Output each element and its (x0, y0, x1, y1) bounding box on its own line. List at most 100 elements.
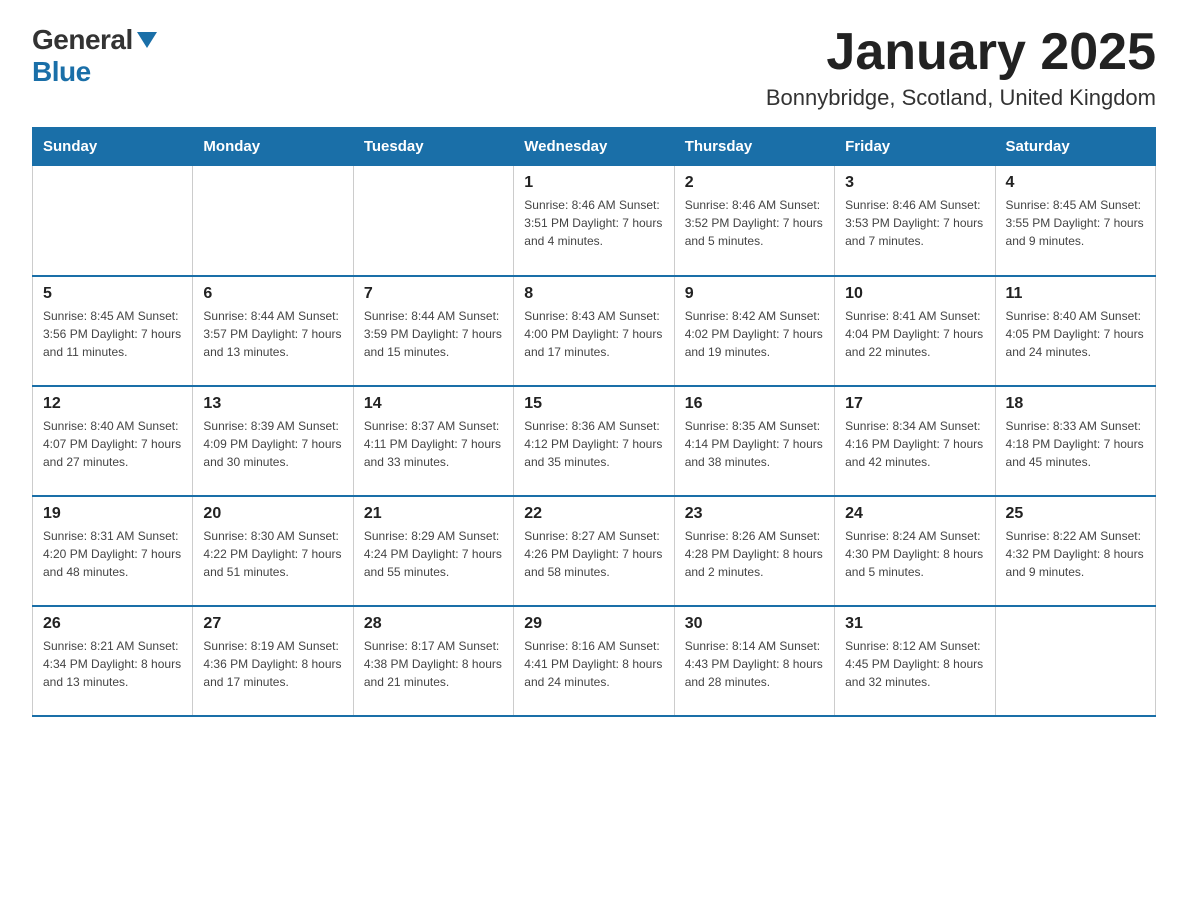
day-info: Sunrise: 8:24 AM Sunset: 4:30 PM Dayligh… (845, 527, 984, 581)
day-number: 12 (43, 395, 182, 413)
logo: General Blue (32, 24, 157, 88)
calendar-cell: 10Sunrise: 8:41 AM Sunset: 4:04 PM Dayli… (835, 276, 995, 386)
day-number: 25 (1006, 505, 1145, 523)
day-of-week-header: Wednesday (514, 128, 674, 166)
calendar-week-row: 12 Sunrise: 8:40 AM Sunset: 4:07 PM Dayli… (33, 386, 1156, 496)
day-info: Sunrise: 8:14 AM Sunset: 4:43 PM Dayligh… (685, 637, 824, 691)
day-info: Sunrise: 8:30 AM Sunset: 4:22 PM Dayligh… (203, 527, 342, 581)
day-number: 24 (845, 505, 984, 523)
day-info: Sunrise: 8:45 AM Sunset: 3:55 PM Dayligh… (1006, 196, 1145, 250)
calendar-cell: 26 Sunrise: 8:21 AM Sunset: 4:34 PM Dayli… (33, 606, 193, 716)
day-number: 11 (1006, 285, 1145, 303)
calendar-cell: 13 Sunrise: 8:39 AM Sunset: 4:09 PM Dayli… (193, 386, 353, 496)
day-of-week-header: Tuesday (353, 128, 513, 166)
day-of-week-header: Sunday (33, 128, 193, 166)
day-number: 27 (203, 615, 342, 633)
calendar-cell: 16 Sunrise: 8:35 AM Sunset: 4:14 PM Dayli… (674, 386, 834, 496)
calendar-body: 1 Sunrise: 8:46 AM Sunset: 3:51 PM Daylig… (33, 166, 1156, 716)
calendar-cell: 15Sunrise: 8:36 AM Sunset: 4:12 PM Dayli… (514, 386, 674, 496)
calendar-cell: 4Sunrise: 8:45 AM Sunset: 3:55 PM Daylig… (995, 166, 1155, 276)
day-info: Sunrise: 8:45 AM Sunset: 3:56 PM Dayligh… (43, 307, 182, 361)
calendar-cell: 19 Sunrise: 8:31 AM Sunset: 4:20 PM Dayli… (33, 496, 193, 606)
calendar-cell: 24 Sunrise: 8:24 AM Sunset: 4:30 PM Dayli… (835, 496, 995, 606)
day-number: 10 (845, 285, 984, 303)
calendar-cell: 17 Sunrise: 8:34 AM Sunset: 4:16 PM Dayli… (835, 386, 995, 496)
days-header-row: SundayMondayTuesdayWednesdayThursdayFrid… (33, 128, 1156, 166)
day-info: Sunrise: 8:21 AM Sunset: 4:34 PM Dayligh… (43, 637, 182, 691)
day-info: Sunrise: 8:16 AM Sunset: 4:41 PM Dayligh… (524, 637, 663, 691)
logo-blue: Blue (32, 56, 91, 87)
calendar-cell: 2 Sunrise: 8:46 AM Sunset: 3:52 PM Daylig… (674, 166, 834, 276)
day-of-week-header: Thursday (674, 128, 834, 166)
calendar-cell: 31Sunrise: 8:12 AM Sunset: 4:45 PM Dayli… (835, 606, 995, 716)
day-number: 21 (364, 505, 503, 523)
day-number: 5 (43, 285, 182, 303)
day-info: Sunrise: 8:22 AM Sunset: 4:32 PM Dayligh… (1006, 527, 1145, 581)
day-number: 28 (364, 615, 503, 633)
calendar-cell: 27 Sunrise: 8:19 AM Sunset: 4:36 PM Dayli… (193, 606, 353, 716)
day-number: 1 (524, 174, 663, 192)
day-number: 30 (685, 615, 824, 633)
calendar-cell: 1 Sunrise: 8:46 AM Sunset: 3:51 PM Daylig… (514, 166, 674, 276)
day-number: 23 (685, 505, 824, 523)
calendar-title: January 2025 (766, 24, 1156, 81)
day-number: 8 (524, 285, 663, 303)
calendar-week-row: 5 Sunrise: 8:45 AM Sunset: 3:56 PM Daylig… (33, 276, 1156, 386)
day-info: Sunrise: 8:19 AM Sunset: 4:36 PM Dayligh… (203, 637, 342, 691)
day-number: 6 (203, 285, 342, 303)
day-of-week-header: Monday (193, 128, 353, 166)
logo-general: General (32, 24, 133, 56)
day-info: Sunrise: 8:44 AM Sunset: 3:59 PM Dayligh… (364, 307, 503, 361)
calendar-week-row: 19 Sunrise: 8:31 AM Sunset: 4:20 PM Dayli… (33, 496, 1156, 606)
calendar-cell: 8 Sunrise: 8:43 AM Sunset: 4:00 PM Daylig… (514, 276, 674, 386)
day-info: Sunrise: 8:33 AM Sunset: 4:18 PM Dayligh… (1006, 417, 1145, 471)
calendar-cell: 14 Sunrise: 8:37 AM Sunset: 4:11 PM Dayli… (353, 386, 513, 496)
day-info: Sunrise: 8:35 AM Sunset: 4:14 PM Dayligh… (685, 417, 824, 471)
day-number: 2 (685, 174, 824, 192)
calendar-cell: 3Sunrise: 8:46 AM Sunset: 3:53 PM Daylig… (835, 166, 995, 276)
calendar-cell: 20Sunrise: 8:30 AM Sunset: 4:22 PM Dayli… (193, 496, 353, 606)
day-info: Sunrise: 8:37 AM Sunset: 4:11 PM Dayligh… (364, 417, 503, 471)
calendar-cell: 18Sunrise: 8:33 AM Sunset: 4:18 PM Dayli… (995, 386, 1155, 496)
day-info: Sunrise: 8:31 AM Sunset: 4:20 PM Dayligh… (43, 527, 182, 581)
day-number: 15 (524, 395, 663, 413)
day-number: 26 (43, 615, 182, 633)
day-info: Sunrise: 8:27 AM Sunset: 4:26 PM Dayligh… (524, 527, 663, 581)
day-number: 13 (203, 395, 342, 413)
calendar-table: SundayMondayTuesdayWednesdayThursdayFrid… (32, 127, 1156, 717)
day-number: 9 (685, 285, 824, 303)
calendar-cell: 11 Sunrise: 8:40 AM Sunset: 4:05 PM Dayli… (995, 276, 1155, 386)
calendar-cell: 22 Sunrise: 8:27 AM Sunset: 4:26 PM Dayli… (514, 496, 674, 606)
calendar-cell: 23Sunrise: 8:26 AM Sunset: 4:28 PM Dayli… (674, 496, 834, 606)
day-of-week-header: Friday (835, 128, 995, 166)
calendar-header: SundayMondayTuesdayWednesdayThursdayFrid… (33, 128, 1156, 166)
day-number: 17 (845, 395, 984, 413)
day-number: 7 (364, 285, 503, 303)
day-number: 14 (364, 395, 503, 413)
day-number: 22 (524, 505, 663, 523)
calendar-cell (193, 166, 353, 276)
calendar-cell: 29Sunrise: 8:16 AM Sunset: 4:41 PM Dayli… (514, 606, 674, 716)
day-number: 16 (685, 395, 824, 413)
calendar-cell: 25 Sunrise: 8:22 AM Sunset: 4:32 PM Dayli… (995, 496, 1155, 606)
day-info: Sunrise: 8:34 AM Sunset: 4:16 PM Dayligh… (845, 417, 984, 471)
calendar-week-row: 26 Sunrise: 8:21 AM Sunset: 4:34 PM Dayli… (33, 606, 1156, 716)
calendar-subtitle: Bonnybridge, Scotland, United Kingdom (766, 85, 1156, 111)
day-info: Sunrise: 8:46 AM Sunset: 3:52 PM Dayligh… (685, 196, 824, 250)
day-info: Sunrise: 8:39 AM Sunset: 4:09 PM Dayligh… (203, 417, 342, 471)
calendar-cell (33, 166, 193, 276)
day-info: Sunrise: 8:40 AM Sunset: 4:05 PM Dayligh… (1006, 307, 1145, 361)
day-info: Sunrise: 8:43 AM Sunset: 4:00 PM Dayligh… (524, 307, 663, 361)
day-number: 19 (43, 505, 182, 523)
day-info: Sunrise: 8:40 AM Sunset: 4:07 PM Dayligh… (43, 417, 182, 471)
calendar-cell: 21Sunrise: 8:29 AM Sunset: 4:24 PM Dayli… (353, 496, 513, 606)
day-info: Sunrise: 8:44 AM Sunset: 3:57 PM Dayligh… (203, 307, 342, 361)
calendar-cell: 28Sunrise: 8:17 AM Sunset: 4:38 PM Dayli… (353, 606, 513, 716)
day-info: Sunrise: 8:46 AM Sunset: 3:51 PM Dayligh… (524, 196, 663, 250)
day-number: 3 (845, 174, 984, 192)
day-info: Sunrise: 8:42 AM Sunset: 4:02 PM Dayligh… (685, 307, 824, 361)
calendar-cell: 6 Sunrise: 8:44 AM Sunset: 3:57 PM Daylig… (193, 276, 353, 386)
calendar-cell: 7 Sunrise: 8:44 AM Sunset: 3:59 PM Daylig… (353, 276, 513, 386)
calendar-cell: 9 Sunrise: 8:42 AM Sunset: 4:02 PM Daylig… (674, 276, 834, 386)
logo-triangle-icon (137, 32, 157, 48)
